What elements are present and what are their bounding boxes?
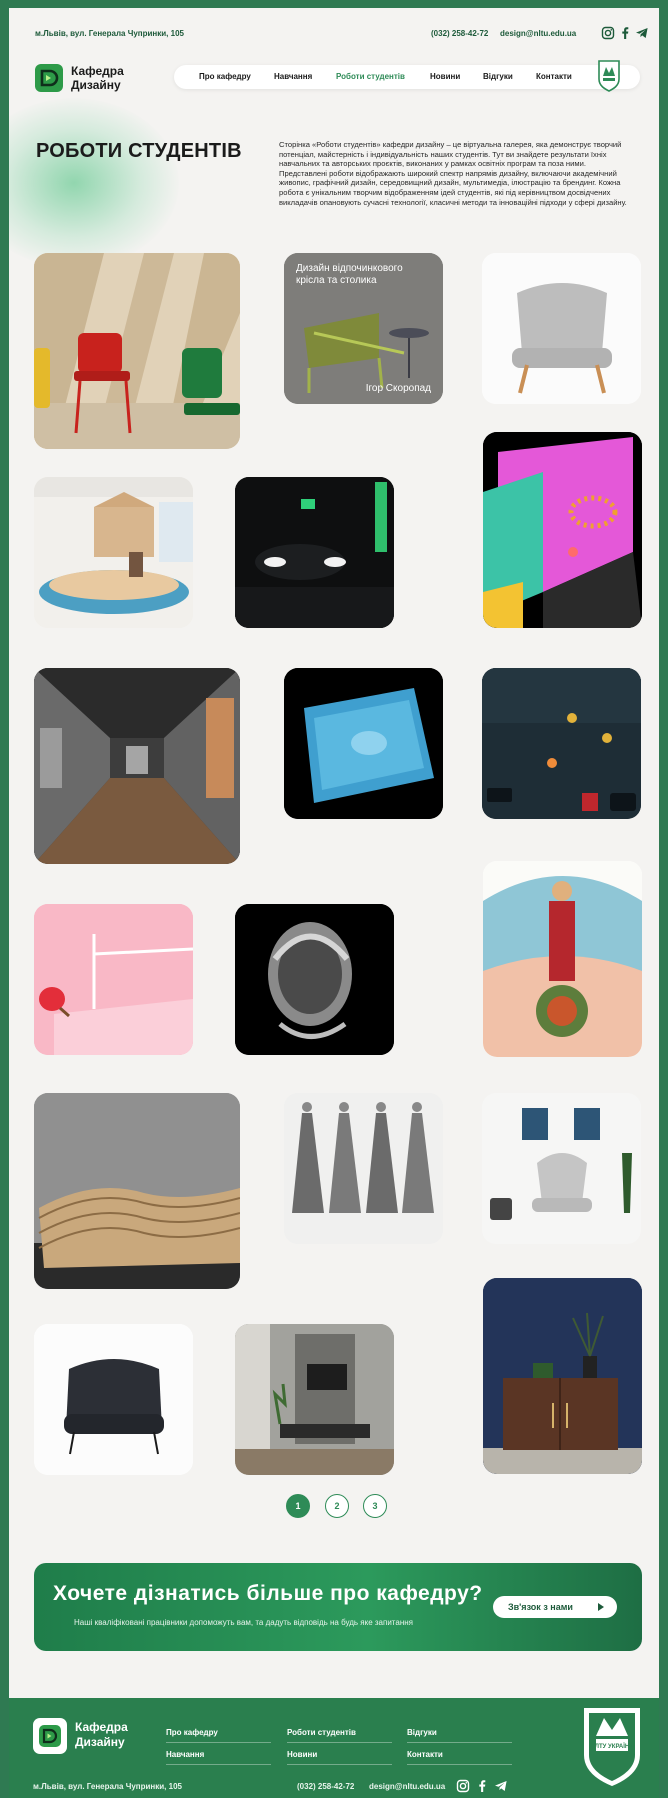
- footer-link-study[interactable]: Навчання: [166, 1750, 204, 1759]
- crest-text: НЛТУ УКРАЇНИ: [590, 1743, 633, 1750]
- gallery-item[interactable]: [34, 1324, 193, 1475]
- pool-render-image: [284, 668, 443, 819]
- featured-caption-title: Дизайн відпочинкового крісла та столика: [296, 263, 403, 286]
- cta-title: Хочете дізнатись більше про кафедру?: [53, 1582, 483, 1605]
- contact-us-button[interactable]: Зв'язок з нами: [493, 1596, 617, 1618]
- footer-logo-line-1: Кафедра: [75, 1720, 128, 1734]
- gallery-item[interactable]: [34, 1093, 240, 1289]
- gallery-item[interactable]: [482, 253, 641, 404]
- gallery-item[interactable]: [34, 668, 240, 864]
- footer-link-news[interactable]: Новини: [287, 1750, 317, 1759]
- gallery-corridor-image: [34, 668, 240, 864]
- footer-university-crest-icon[interactable]: НЛТУ УКРАЇНИ: [582, 1706, 642, 1788]
- gallery-item-featured[interactable]: Дизайн відпочинкового крісла та столика …: [284, 253, 443, 404]
- nav-contacts[interactable]: Контакти: [536, 72, 572, 81]
- main-nav: Про кафедру Навчання Роботи студентів Но…: [174, 65, 640, 89]
- nav-about[interactable]: Про кафедру: [199, 72, 251, 81]
- top-email[interactable]: design@nltu.edu.ua: [500, 29, 576, 38]
- night-car-render-image: [235, 477, 394, 628]
- footer-divider: [287, 1764, 392, 1765]
- footer-divider: [407, 1764, 512, 1765]
- outdoor-chairs-image: [34, 253, 240, 449]
- typographic-portrait-image: [235, 904, 394, 1055]
- cta-banner: Хочете дізнатись більше про кафедру? Наш…: [34, 1563, 642, 1651]
- game-scene-image: [482, 668, 641, 819]
- intro-paragraph-1: Сторінка «Роботи студентів» кафедри диза…: [279, 140, 622, 169]
- university-crest-icon[interactable]: [598, 60, 620, 92]
- sideboard-interior-image: [483, 1278, 642, 1474]
- telegram-icon[interactable]: [635, 26, 649, 40]
- footer-logo[interactable]: [33, 1718, 67, 1754]
- tv-room-interior-image: [235, 1324, 394, 1475]
- top-phone[interactable]: (032) 258-42-72: [431, 29, 488, 38]
- footer-divider: [407, 1742, 512, 1743]
- page-3-button[interactable]: 3: [363, 1494, 387, 1518]
- gallery-item[interactable]: [34, 477, 193, 628]
- facebook-icon[interactable]: [618, 26, 632, 40]
- page-2-button[interactable]: 2: [325, 1494, 349, 1518]
- kindergarten-interior-image: [34, 477, 193, 628]
- instagram-icon[interactable]: [601, 26, 615, 40]
- armchair-image: [482, 253, 641, 404]
- gallery-item[interactable]: [482, 668, 641, 819]
- nav-student-works[interactable]: Роботи студентів: [336, 72, 405, 81]
- top-bar: м.Львів, вул. Генерала Чупринки, 105 (03…: [35, 26, 648, 42]
- footer-logo-mark-icon: [39, 1725, 61, 1747]
- parametric-desk-image: [34, 1093, 240, 1289]
- footer-divider: [166, 1742, 271, 1743]
- footer-divider: [166, 1764, 271, 1765]
- footer-link-about[interactable]: Про кафедру: [166, 1728, 218, 1737]
- contact-us-label: Зв'язок з нами: [508, 1602, 573, 1612]
- telegram-icon[interactable]: [494, 1779, 508, 1793]
- page-1-button[interactable]: 1: [286, 1494, 310, 1518]
- gallery-item[interactable]: [483, 1278, 642, 1474]
- gallery-item[interactable]: [284, 1093, 443, 1244]
- footer: Кафедра Дизайну Про кафедру Навчання Роб…: [9, 1698, 659, 1798]
- logo-text: Кафедра Дизайну: [71, 64, 124, 92]
- nav-news[interactable]: Новини: [430, 72, 460, 81]
- page-frame: м.Львів, вул. Генерала Чупринки, 105 (03…: [0, 0, 668, 1798]
- featured-caption-author: Ігор Скоропад: [365, 383, 431, 394]
- gallery-item[interactable]: [235, 904, 394, 1055]
- 3d-room-render-image: [483, 432, 642, 628]
- costume-sketches-image: [284, 1093, 443, 1244]
- footer-email[interactable]: design@nltu.edu.ua: [369, 1782, 445, 1791]
- gallery-item[interactable]: [483, 861, 642, 1057]
- gallery-item[interactable]: [482, 1093, 641, 1244]
- intro-text: Сторінка «Роботи студентів» кафедри диза…: [279, 140, 643, 207]
- logo-mark-icon: [35, 64, 63, 92]
- gallery-item[interactable]: [235, 477, 394, 628]
- footer-link-student-works[interactable]: Роботи студентів: [287, 1728, 356, 1737]
- dark-armchair-image: [34, 1324, 193, 1475]
- living-room-chair-image: [482, 1093, 641, 1244]
- site-logo[interactable]: Кафедра Дизайну: [35, 60, 145, 96]
- top-address: м.Львів, вул. Генерала Чупринки, 105: [35, 29, 184, 38]
- decorative-glow: [9, 98, 179, 268]
- footer-logo-line-2: Дизайну: [75, 1735, 125, 1749]
- gallery-item[interactable]: [284, 668, 443, 819]
- footer-address: м.Львів, вул. Генерала Чупринки, 105: [33, 1782, 182, 1791]
- instagram-icon[interactable]: [456, 1779, 470, 1793]
- nav-reviews[interactable]: Відгуки: [483, 72, 513, 81]
- arrow-right-icon: [598, 1603, 604, 1611]
- footer-phone[interactable]: (032) 258-42-72: [297, 1782, 354, 1791]
- logo-line-1: Кафедра: [71, 64, 124, 78]
- facebook-icon[interactable]: [475, 1779, 489, 1793]
- footer-link-contacts[interactable]: Контакти: [407, 1750, 443, 1759]
- intro-paragraph-2: Представлені роботи відображають широкий…: [279, 168, 627, 207]
- gallery-item[interactable]: [34, 253, 240, 449]
- folk-illustration-image: [483, 861, 642, 1057]
- cta-subtitle: Наші кваліфіковані працівники допоможуть…: [74, 1618, 413, 1627]
- footer-link-reviews[interactable]: Відгуки: [407, 1728, 437, 1737]
- gallery-item[interactable]: [235, 1324, 394, 1475]
- footer-divider: [287, 1742, 392, 1743]
- footer-logo-text: Кафедра Дизайну: [75, 1720, 128, 1750]
- page-title: РОБОТИ СТУДЕНТІВ: [36, 140, 242, 162]
- ping-pong-render-image: [34, 904, 193, 1055]
- logo-line-2: Дизайну: [71, 78, 121, 92]
- nav-study[interactable]: Навчання: [274, 72, 312, 81]
- gallery-item[interactable]: [34, 904, 193, 1055]
- page: м.Львів, вул. Генерала Чупринки, 105 (03…: [9, 8, 659, 1798]
- gallery-item[interactable]: [483, 432, 642, 628]
